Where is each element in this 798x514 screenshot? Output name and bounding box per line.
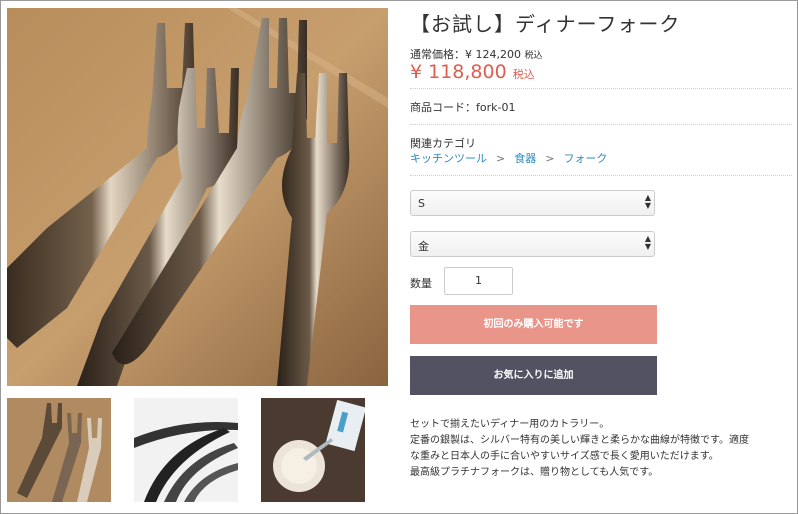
category-breadcrumb: キッチンツール > 食器 > フォーク — [410, 150, 607, 166]
regular-price: 通常価格：¥ 124,200 税込 — [410, 46, 543, 62]
regular-price-tax: 税込 — [524, 51, 543, 61]
thumbnail-silver-fork[interactable] — [134, 398, 238, 502]
product-description: セットで揃えたいディナー用のカトラリー。 定番の銀製は、シルバー特有の美しい輝き… — [410, 417, 792, 481]
quantity-input[interactable]: 1 — [444, 267, 513, 295]
thumbnail-plate-table[interactable] — [261, 398, 365, 502]
color-select[interactable]: 金 ▲ ▼ — [410, 231, 655, 257]
related-category-label: 関連カテゴリ — [410, 137, 476, 150]
divider — [410, 175, 792, 176]
quantity-label: 数量 — [410, 277, 432, 290]
product-code-label: 商品コード： — [410, 101, 476, 114]
add-to-favorites-button[interactable]: お気に入りに追加 — [410, 356, 657, 395]
description-line: 定番の銀製は、シルバー特有の美しい輝きと柔らかな曲線が特徴です。適度 — [410, 435, 749, 446]
description-line: セットで揃えたいディナー用のカトラリー。 — [410, 419, 610, 430]
thumbnail-forks[interactable] — [7, 398, 111, 502]
category-link-fork[interactable]: フォーク — [563, 150, 607, 166]
sale-price: ¥ 118,800 税込 — [410, 61, 535, 83]
product-code: 商品コード：fork-01 — [410, 99, 515, 115]
description-line: 最高級プラチナフォークは、贈り物としても人気です。 — [410, 467, 659, 478]
color-select-value: 金 — [418, 240, 429, 253]
size-select-value: S — [418, 197, 425, 210]
sale-price-tax: 税込 — [512, 68, 535, 81]
product-title: 【お試し】ディナーフォーク — [410, 12, 681, 36]
divider — [410, 124, 792, 125]
sale-price-value: ¥ 118,800 — [410, 61, 507, 83]
select-arrows-icon: ▲ ▼ — [644, 234, 651, 251]
divider — [410, 88, 792, 89]
description-line: な重みと日本人の手に合いやすいサイズ感で長く愛用いただけます。 — [410, 451, 719, 462]
breadcrumb-separator: > — [496, 152, 506, 165]
breadcrumb-separator: > — [545, 152, 555, 165]
category-link-kitchen-tools[interactable]: キッチンツール — [410, 150, 487, 166]
purchase-button[interactable]: 初回のみ購入可能です — [410, 305, 657, 344]
regular-price-label: 通常価格： — [410, 48, 465, 61]
regular-price-value: ¥ 124,200 — [465, 48, 521, 61]
main-product-image[interactable] — [7, 8, 388, 386]
select-arrows-icon: ▲ ▼ — [644, 193, 651, 210]
size-select[interactable]: S ▲ ▼ — [410, 190, 655, 216]
product-code-value: fork-01 — [476, 101, 516, 114]
category-link-tableware[interactable]: 食器 — [514, 150, 536, 166]
